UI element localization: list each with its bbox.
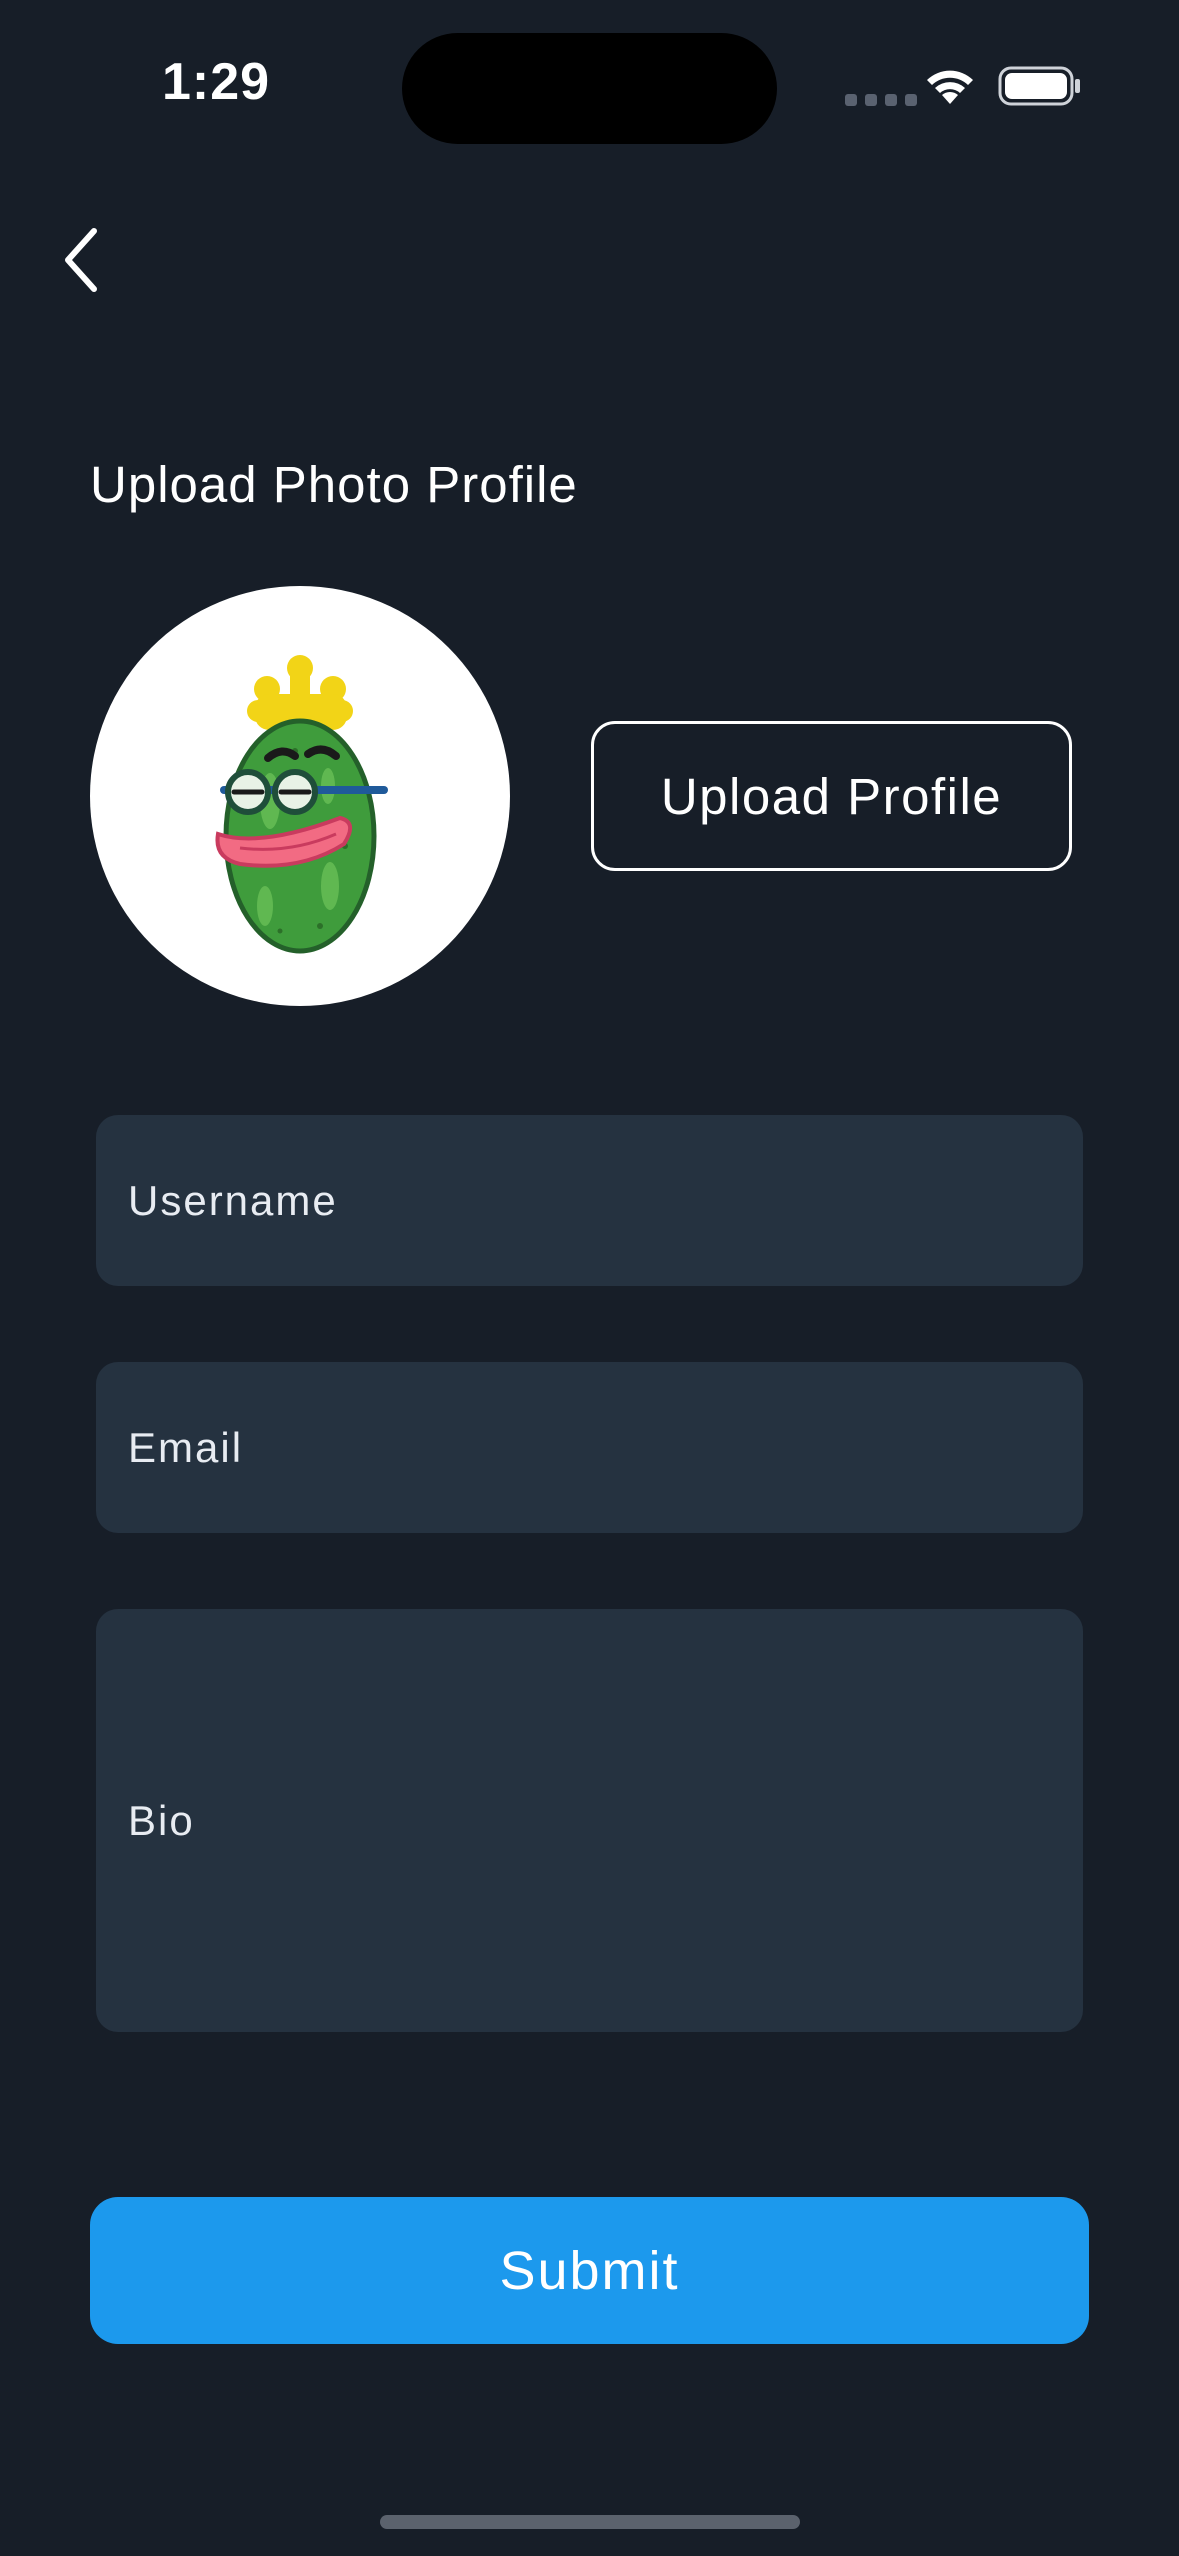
battery-icon — [998, 66, 1080, 106]
email-placeholder: Email — [128, 1423, 244, 1471]
home-indicator — [380, 2515, 800, 2529]
avatar — [90, 586, 510, 1006]
status-time: 1:29 — [162, 53, 271, 111]
edit-profile-screen: 1:29 Upload Photo Profile Upload Profile… — [0, 0, 1179, 2556]
wifi-icon — [927, 70, 973, 104]
back-button[interactable] — [56, 225, 116, 295]
submit-button[interactable]: Submit — [90, 2197, 1089, 2344]
bio-placeholder: Bio — [128, 1796, 195, 1844]
username-placeholder: Username — [128, 1176, 338, 1224]
email-field[interactable]: Email — [96, 1362, 1083, 1533]
cellular-signal-icon — [845, 94, 917, 106]
dynamic-island — [402, 33, 777, 144]
avatar-image — [215, 655, 388, 954]
page-title: Upload Photo Profile — [90, 456, 578, 513]
upload-profile-button[interactable]: Upload Profile — [591, 721, 1072, 871]
bio-field[interactable]: Bio — [96, 1609, 1083, 2032]
username-field[interactable]: Username — [96, 1115, 1083, 1286]
chevron-left-icon — [65, 228, 97, 292]
